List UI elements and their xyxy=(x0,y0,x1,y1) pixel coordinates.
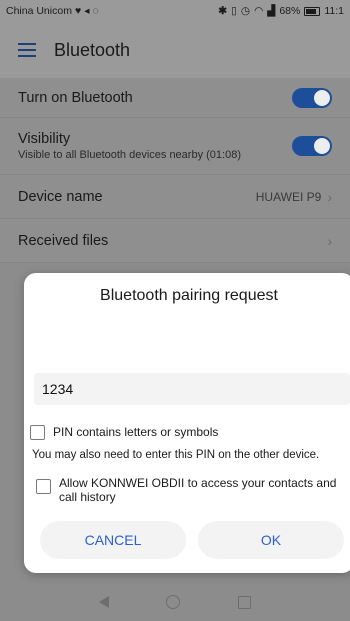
setting-row-bluetooth[interactable]: Turn on Bluetooth xyxy=(0,78,350,118)
recent-apps-icon[interactable] xyxy=(238,595,252,609)
setting-row-visibility[interactable]: Visibility Visible to all Bluetooth devi… xyxy=(0,118,350,175)
pin-letters-option[interactable]: PIN contains letters or symbols xyxy=(30,425,218,440)
bluetooth-icon: ✱ xyxy=(218,5,228,17)
allow-access-label: Allow KONNWEI OBDII to access your conta… xyxy=(59,476,337,504)
notification-icon: ◌ xyxy=(92,5,99,17)
alarm-icon: ◷ xyxy=(240,5,251,17)
status-bar: China Unicom ♥ ◂ ◌ ✱ ▯ ◷ ◠ ▟ 68% 11:1 xyxy=(0,0,350,22)
clock: 11:1 xyxy=(324,5,344,17)
pairing-dialog: Bluetooth pairing request PIN contains l… xyxy=(24,273,350,573)
menu-icon[interactable] xyxy=(18,43,36,57)
device-name-value: HUAWEI P9 xyxy=(255,189,322,204)
setting-label: Device name xyxy=(18,188,103,205)
cancel-button[interactable]: CANCEL xyxy=(40,521,186,559)
pin-hint: You may also need to enter this PIN on t… xyxy=(32,449,320,461)
dialog-title: Bluetooth pairing request xyxy=(100,287,278,304)
page-title: Bluetooth xyxy=(54,39,131,60)
setting-label: Received files xyxy=(18,232,109,249)
vibrate-icon: ▯ xyxy=(231,5,237,17)
allow-access-option[interactable]: Allow KONNWEI OBDII to access your conta… xyxy=(36,476,346,504)
carrier-label: China Unicom xyxy=(6,5,72,17)
setting-row-received-files[interactable]: Received files › xyxy=(0,219,350,263)
home-icon[interactable] xyxy=(166,595,181,609)
app-bar: Bluetooth xyxy=(0,22,350,78)
back-icon[interactable] xyxy=(98,596,109,608)
chevron-right-icon: › xyxy=(327,188,332,205)
navigation-bar xyxy=(0,583,350,621)
setting-label: Turn on Bluetooth xyxy=(18,89,133,106)
location-icon: ◂ xyxy=(84,5,90,17)
setting-sublabel: Visible to all Bluetooth devices nearby … xyxy=(18,149,241,161)
battery-percent: 68% xyxy=(279,5,301,17)
wifi-icon: ◠ xyxy=(254,5,264,17)
pin-letters-checkbox[interactable] xyxy=(30,425,45,440)
setting-row-device-name[interactable]: Device name HUAWEI P9 › xyxy=(0,175,350,219)
visibility-toggle[interactable] xyxy=(292,136,332,156)
signal-icon: ▟ xyxy=(267,5,276,17)
allow-access-checkbox[interactable] xyxy=(36,479,51,494)
heart-icon: ♥ xyxy=(74,5,82,17)
chevron-right-icon: › xyxy=(327,232,332,249)
battery-icon xyxy=(304,6,321,16)
pin-input[interactable] xyxy=(34,373,350,405)
bluetooth-toggle[interactable] xyxy=(292,87,332,108)
ok-button[interactable]: OK xyxy=(198,521,344,559)
setting-label: Visibility xyxy=(18,131,71,147)
pin-letters-label: PIN contains letters or symbols xyxy=(53,425,219,439)
